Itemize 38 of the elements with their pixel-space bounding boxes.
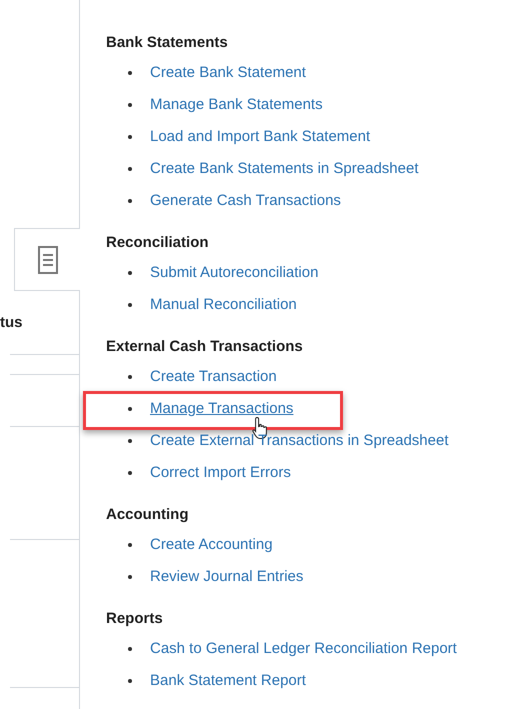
bullet-icon bbox=[128, 166, 132, 170]
section-heading: Bank Statements bbox=[106, 33, 229, 53]
menu-link[interactable]: Correct Import Errors bbox=[150, 462, 291, 482]
menu-link[interactable]: Review Journal Entries bbox=[150, 566, 304, 586]
bullet-icon bbox=[128, 302, 132, 306]
menu-link[interactable]: Manage Bank Statements bbox=[150, 94, 323, 114]
menu-link[interactable]: Manual Reconciliation bbox=[150, 294, 297, 314]
menu-link[interactable]: Load and Import Bank Statement bbox=[150, 126, 370, 146]
bullet-icon bbox=[128, 574, 132, 578]
section-heading: External Cash Transactions bbox=[106, 337, 304, 357]
bullet-icon bbox=[128, 134, 132, 138]
document-icon bbox=[38, 246, 58, 274]
panel-tab[interactable] bbox=[14, 228, 80, 291]
bullet-icon bbox=[128, 374, 132, 378]
menu-link[interactable]: Create Accounting bbox=[150, 534, 273, 554]
bullet-icon bbox=[128, 70, 132, 74]
bullet-icon bbox=[128, 102, 132, 106]
bullet-icon bbox=[128, 470, 132, 474]
bullet-icon bbox=[128, 678, 132, 682]
bullet-icon bbox=[128, 198, 132, 202]
section-heading: Accounting bbox=[106, 505, 190, 525]
menu-link[interactable]: Bank Statement Report bbox=[150, 670, 306, 690]
menu-link[interactable]: Create Bank Statement bbox=[150, 62, 306, 82]
menu-link[interactable]: Create Bank Statements in Spreadsheet bbox=[150, 158, 418, 178]
menu-link[interactable]: Cash to General Ledger Reconciliation Report bbox=[150, 638, 457, 658]
menu-link[interactable]: Submit Autoreconciliation bbox=[150, 262, 318, 282]
menu-link[interactable]: Create External Transactions in Spreadsheet bbox=[150, 430, 448, 450]
bullet-icon bbox=[128, 438, 132, 442]
bullet-icon bbox=[128, 646, 132, 650]
bullet-icon bbox=[128, 270, 132, 274]
bullet-icon bbox=[128, 542, 132, 546]
menu-link[interactable]: Generate Cash Transactions bbox=[150, 190, 341, 210]
menu-link[interactable]: Manage Transactions bbox=[150, 398, 294, 418]
bullet-icon bbox=[128, 406, 132, 410]
section-heading: Reports bbox=[106, 609, 164, 629]
column-heading: tus bbox=[0, 312, 22, 333]
menu-link[interactable]: Create Transaction bbox=[150, 366, 277, 386]
section-heading: Reconciliation bbox=[106, 233, 210, 253]
